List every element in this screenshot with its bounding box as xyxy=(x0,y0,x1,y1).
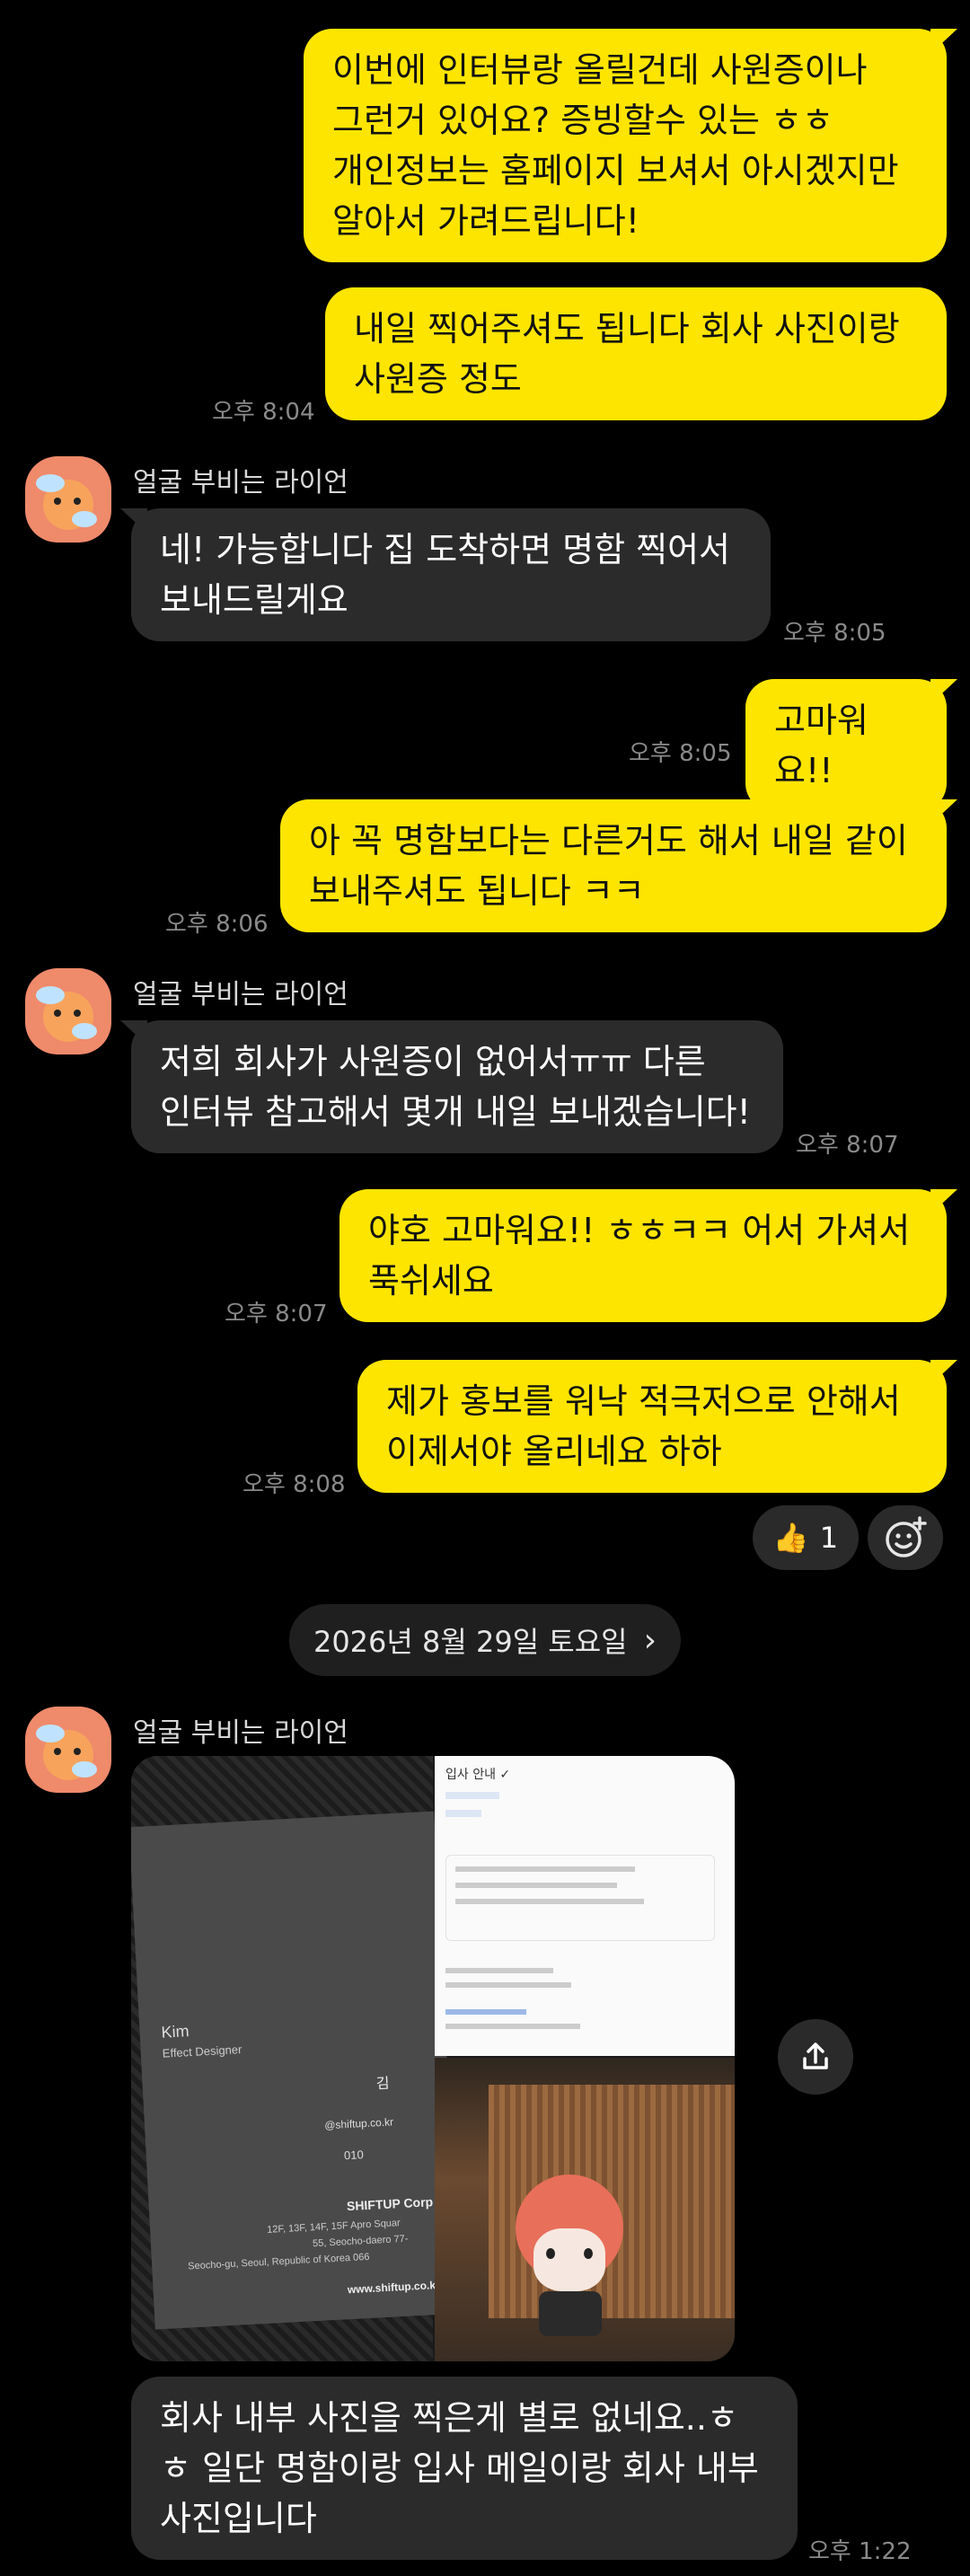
message-time: 오후 8:04 xyxy=(212,399,315,426)
message-time: 오후 8:08 xyxy=(242,1471,346,1498)
card-email: @shiftup.co.kr xyxy=(323,2115,394,2132)
email-title: 입사 안내 ✓ xyxy=(445,1768,511,1782)
message-bubble-other[interactable]: 회사 내부 사진을 찍은게 별로 없네요..ㅎ ㅎ 일단 명함이랑 입사 메일이… xyxy=(131,2377,798,2560)
email-line xyxy=(445,1968,553,1973)
card-address-3: Seocho-gu, Seoul, Republic of Korea 066 xyxy=(187,2251,370,2272)
message-bubble-mine[interactable]: 이번에 인터뷰랑 올릴건데 사원증이나 그런거 있어요? 증빙할수 있는 ㅎㅎ … xyxy=(304,29,947,262)
email-line xyxy=(445,2024,580,2029)
contact-avatar[interactable] xyxy=(25,456,111,543)
card-address-2: 55, Seocho-daero 77- xyxy=(312,2233,409,2250)
email-line xyxy=(445,1810,481,1817)
card-role: Effect Designer xyxy=(162,2042,242,2060)
card-phone: 010 xyxy=(343,2148,365,2163)
card-address-1: 12F, 13F, 14F, 15F Apro Squar xyxy=(266,2218,401,2236)
figure-toy xyxy=(507,2166,632,2345)
lion-avatar-icon xyxy=(36,474,97,530)
message-bubble-mine[interactable]: 제가 홍보를 워낙 적극저으로 안해서 이제서야 올리네요 하하 xyxy=(357,1360,947,1493)
date-divider[interactable]: 2026년 8월 29일 토요일 › xyxy=(289,1604,681,1676)
photo-album[interactable]: Kim Effect Designer 김 @shiftup.co.kr 010… xyxy=(131,1756,735,2361)
message-bubble-mine[interactable]: 고마워요!! xyxy=(745,679,947,812)
contact-avatar[interactable] xyxy=(25,968,111,1054)
email-screenshot-photo[interactable]: 입사 안내 ✓ xyxy=(435,1756,735,2056)
card-company: SHIFTUP Corp xyxy=(346,2194,434,2214)
thumbs-up-icon: 👍 xyxy=(772,1521,809,1555)
email-line xyxy=(445,2009,526,2015)
share-button[interactable] xyxy=(778,2019,853,2095)
add-emoji-icon xyxy=(886,1516,927,1557)
add-reaction-button[interactable] xyxy=(868,1505,943,1570)
email-line xyxy=(445,1792,499,1799)
message-bubble-mine[interactable]: 야호 고마워요!! ㅎㅎㅋㅋ 어서 가셔서 푹쉬세요 xyxy=(340,1189,947,1322)
message-time: 오후 8:06 xyxy=(165,911,269,938)
card-name-en: Kim xyxy=(161,2022,190,2042)
sender-name: 얼굴 부비는 라이언 xyxy=(133,1717,348,1749)
date-label: 2026년 8월 29일 토요일 xyxy=(313,1625,628,1659)
business-card: Kim Effect Designer 김 @shiftup.co.kr 010… xyxy=(131,1811,461,2330)
office-photo[interactable] xyxy=(435,2058,735,2361)
business-card-photo[interactable]: Kim Effect Designer 김 @shiftup.co.kr 010… xyxy=(131,1756,461,2361)
message-bubble-other[interactable]: 저희 회사가 사원증이 없어서ㅠㅠ 다른 인터뷰 참고해서 몇개 내일 보내겠습… xyxy=(131,1020,783,1153)
sender-name: 얼굴 부비는 라이언 xyxy=(133,467,348,498)
message-time: 오후 8:05 xyxy=(783,620,886,647)
sender-name: 얼굴 부비는 라이언 xyxy=(133,979,348,1010)
message-time: 오후 8:07 xyxy=(796,1132,899,1159)
card-website: www.shiftup.co.kr xyxy=(347,2278,440,2297)
message-bubble-mine[interactable]: 아 꼭 명함보다는 다른거도 해서 내일 같이 보내주셔도 됩니다 ㅋㅋ xyxy=(280,799,947,932)
message-bubble-mine[interactable]: 내일 찍어주셔도 됩니다 회사 사진이랑 사원증 정도 xyxy=(325,287,947,420)
reaction-count: 1 xyxy=(819,1521,839,1555)
card-name-ko: 김 xyxy=(375,2076,391,2093)
email-line xyxy=(445,1982,571,1988)
message-time: 오후 8:05 xyxy=(629,740,732,767)
reaction-thumbs-up[interactable]: 👍 1 xyxy=(753,1505,859,1570)
share-icon xyxy=(803,2042,828,2069)
email-attachments xyxy=(445,1855,715,1941)
message-time: 오후 8:07 xyxy=(225,1301,328,1328)
lion-avatar-icon xyxy=(36,986,97,1042)
message-bubble-other[interactable]: 네! 가능합니다 집 도착하면 명함 찍어서 보내드릴게요 xyxy=(131,508,771,641)
contact-avatar[interactable] xyxy=(25,1707,111,1793)
message-time: 오후 1:22 xyxy=(808,2538,912,2565)
chevron-right-icon: › xyxy=(643,1621,657,1659)
lion-avatar-icon xyxy=(36,1725,97,1780)
